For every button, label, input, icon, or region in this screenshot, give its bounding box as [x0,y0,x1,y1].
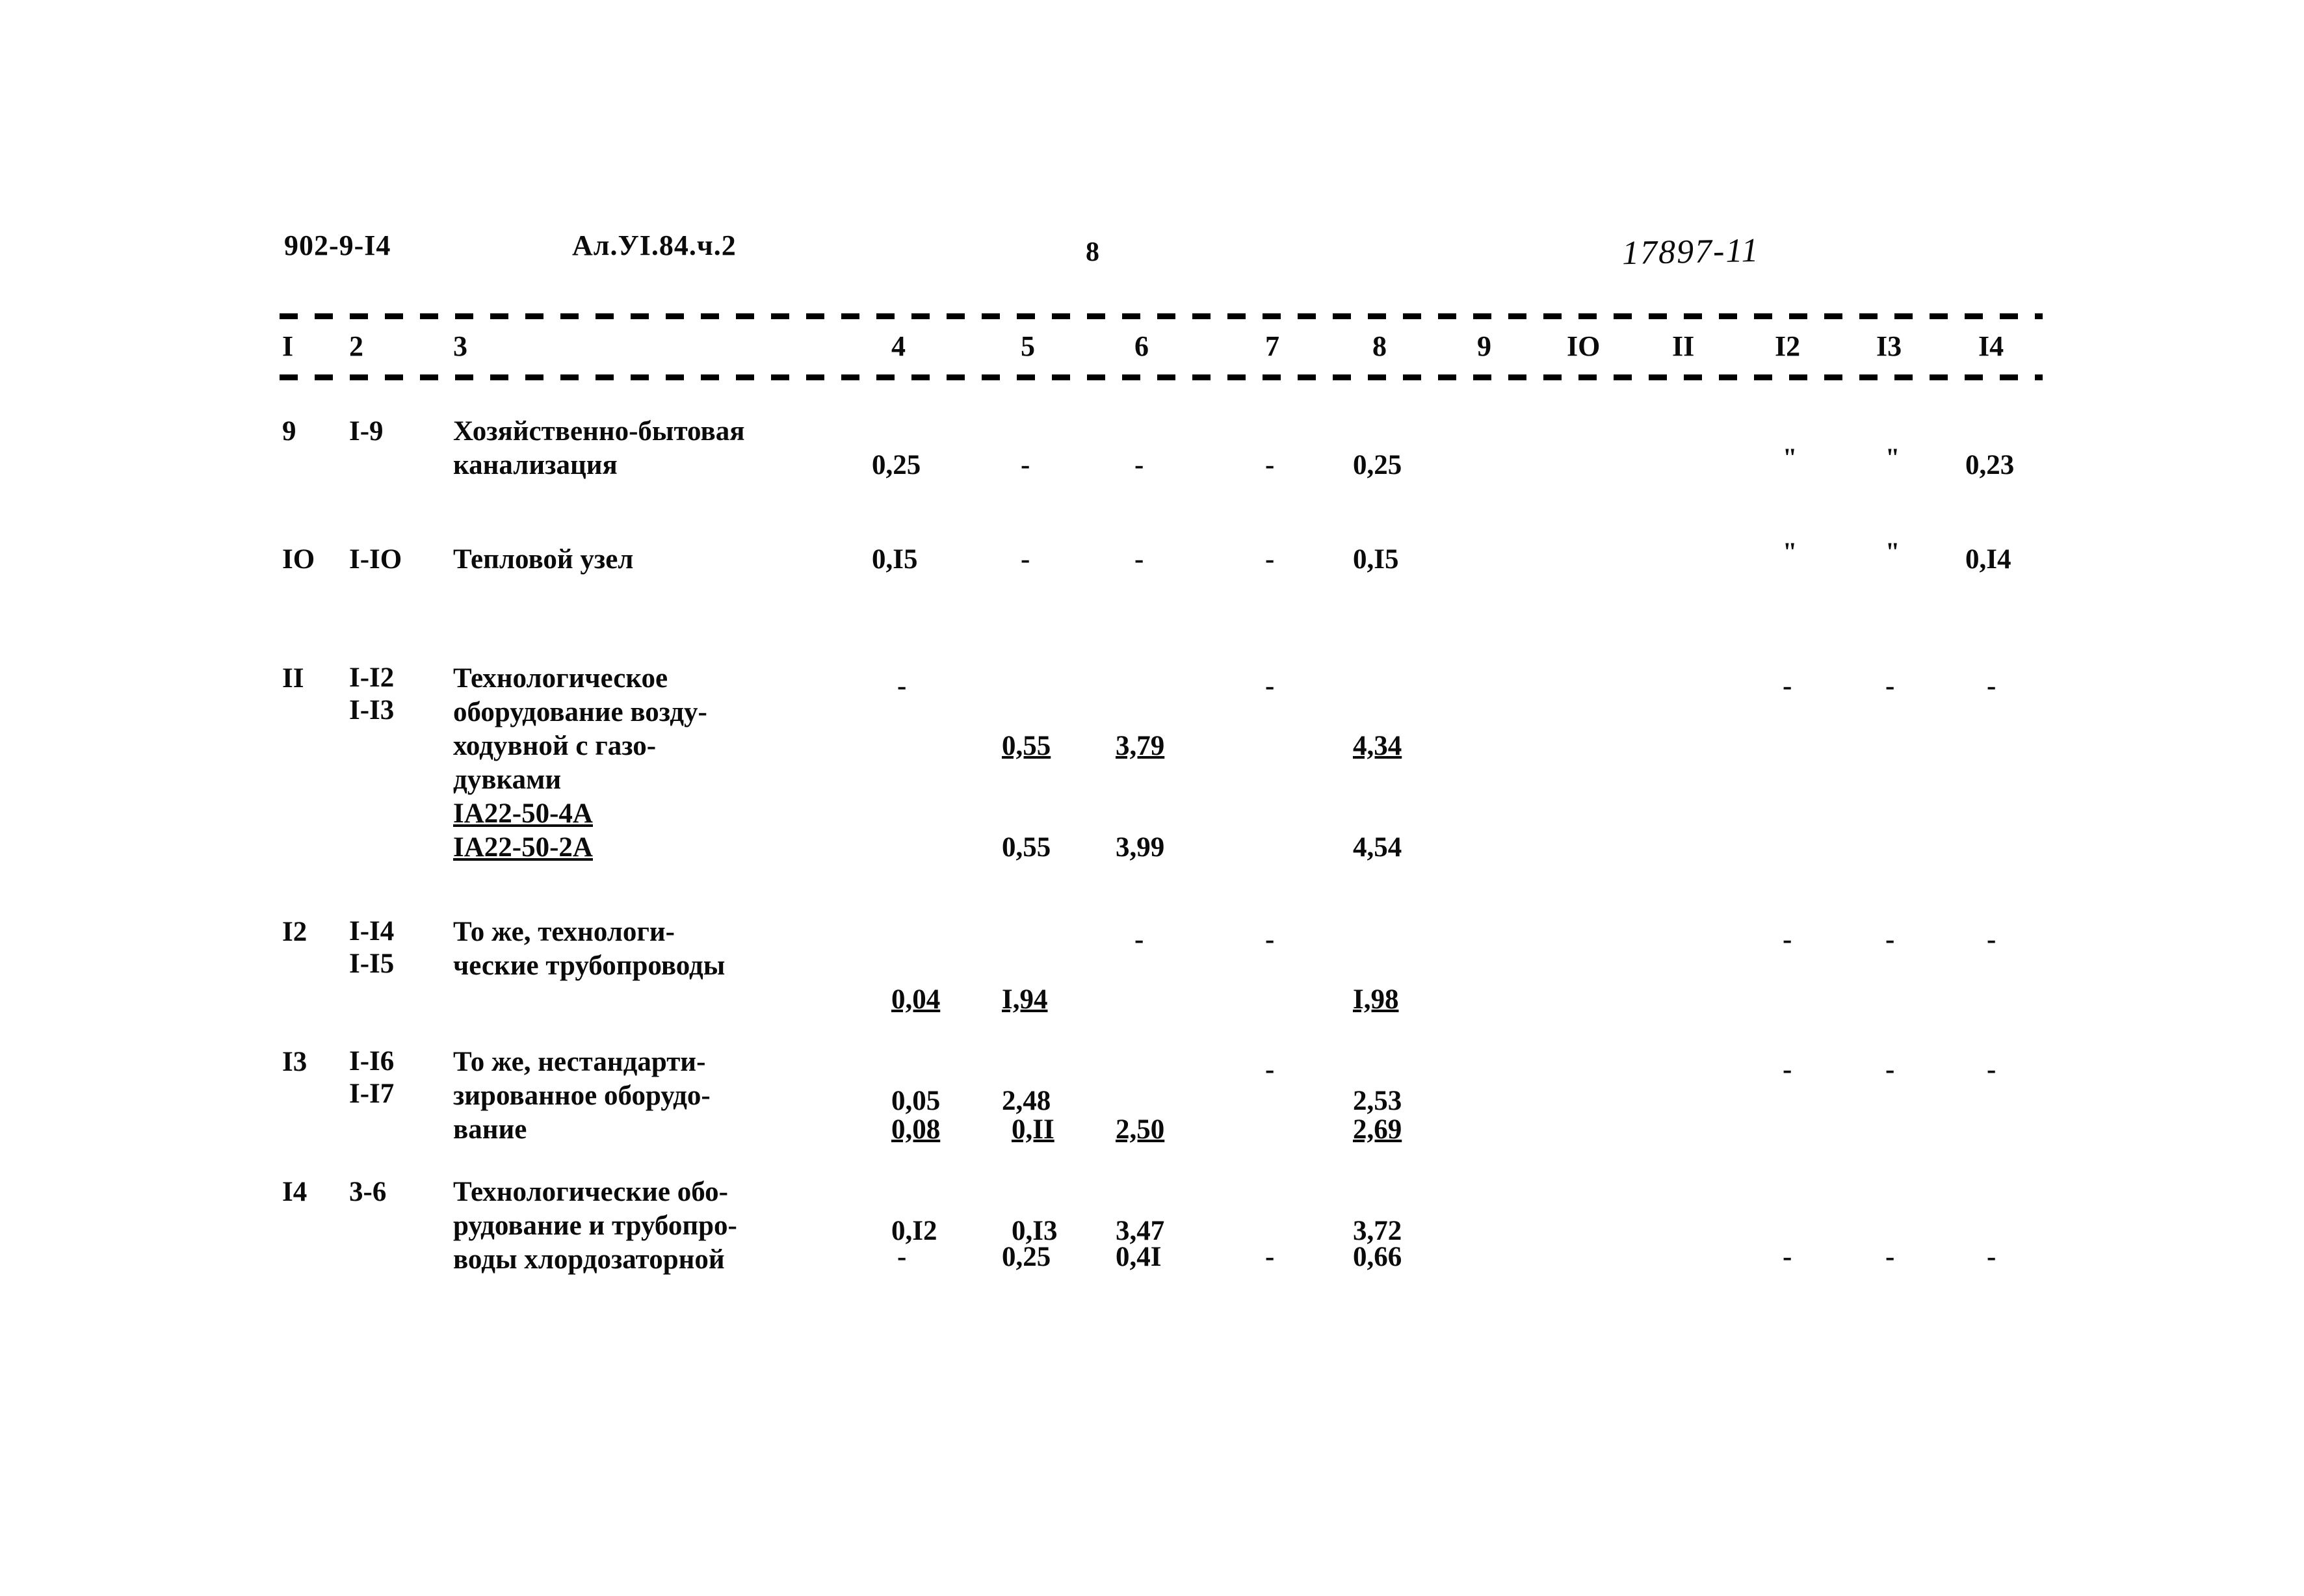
cell-col-13: - [1885,1054,1895,1085]
cell-col-12: - [1783,1054,1792,1085]
cell-col-14: - [1987,924,1996,955]
cell-col-6: 3,79 3,99 [1116,662,1172,932]
table-top-dashed-rule [280,313,2043,319]
cell-col-5: 0,25 [1002,1242,1051,1272]
cell-col-4: 0,I5 [872,544,918,575]
cell-col-7: - [1265,450,1275,480]
row-number: IO [282,544,315,575]
cell-col-8: 2,69 3,72 [1353,1045,1409,1316]
cell-col-14: 0,I4 [1965,544,2011,575]
document-code: 902-9-I4 [284,229,391,261]
column-header-5: 5 [1021,330,1035,362]
cell-col-6: 0,4I [1116,1242,1162,1272]
column-header-2: 2 [349,330,363,362]
row-description: Хозяйственно-бытовая канализация [453,416,745,480]
page-header: 902-9-I4 Ал.УI.84.ч.2 8 17897-11 [0,229,2304,274]
album-reference: Ал.УI.84.ч.2 [572,229,737,261]
cell-col-5-bottom: 0,55 [1002,832,1051,863]
column-header-14: I4 [1978,330,2004,362]
cell-col-8: 0,I5 [1353,544,1399,575]
cell-col-6: - [1134,924,1144,955]
drawing-code: 3-6 [349,1177,387,1207]
cell-col-5-top: I,94 [1002,984,1048,1015]
cell-col-4-top: 0,04 [891,984,941,1015]
cell-col-8: 4,34 4,54 [1353,662,1409,932]
cell-col-13: - [1885,671,1895,701]
cell-col-8-top: 2,69 [1353,1114,1402,1145]
cell-col-8-top: I,98 [1353,984,1399,1015]
cell-col-7: - [1265,544,1275,575]
cell-col-8: 0,66 [1353,1242,1402,1272]
cell-col-4: 0,08 0,I2 [891,1045,947,1316]
table-bottom-dashed-rule [280,374,2043,380]
column-header-13: I3 [1876,330,1902,362]
drawing-code: I-I4 I-I5 [349,916,395,979]
row-description: Тепловой узел [453,544,634,575]
cell-col-6: - [1134,544,1144,575]
cell-col-14: 0,23 [1965,450,2015,480]
row-description: Технологические обо- рудование и трубопр… [453,1177,737,1275]
cell-col-4-top: 0,08 [891,1114,941,1145]
cell-col-12: " [1783,443,1798,472]
column-header-6: 6 [1134,330,1149,362]
equipment-model-1: IА22-50-4А IА22-50-2А [453,798,593,863]
cell-col-12: " [1783,537,1798,566]
row-number: II [282,663,304,694]
page-number: 8 [1086,237,1100,267]
row-description: То же, нестандарти- зированное оборудо- … [453,1047,711,1145]
cell-col-4: 0,25 [872,450,921,480]
row-number: I2 [282,917,308,947]
stamp-number: 17897-11 [1621,231,1761,272]
column-header-3: 3 [453,330,467,362]
cell-col-5-top: 0,II [1012,1114,1054,1145]
cell-col-6-top: 3,79 [1116,731,1165,761]
cell-col-4: - [897,671,907,701]
cell-col-5-top: 0,55 [1002,731,1051,761]
cell-col-13: - [1885,924,1895,955]
column-header-9: 9 [1477,330,1491,362]
drawing-code: I-I6 I-I7 [349,1046,395,1109]
column-header-10: IO [1567,330,1601,362]
column-header-12: I2 [1775,330,1801,362]
drawing-code: I-IO [349,544,402,575]
column-header-11: II [1672,330,1695,362]
cell-col-5: 0,55 0,55 [1002,662,1058,932]
row-number: 9 [282,416,296,447]
cell-col-6: 2,50 3,47 [1116,1045,1172,1316]
cell-col-7: - [1265,924,1275,955]
column-header-8: 8 [1372,330,1387,362]
row-description: То же, технологи- ческие трубопроводы [453,917,726,981]
cell-col-12: - [1783,924,1792,955]
row-number: I3 [282,1047,308,1077]
cell-col-14: - [1987,1054,1996,1085]
cell-col-6: - [1134,450,1144,480]
cell-col-13: " [1885,537,1900,566]
cell-col-13: - [1885,1242,1895,1272]
cell-col-7: - [1265,1242,1275,1272]
cell-col-8: 0,25 [1353,450,1402,480]
column-header-7: 7 [1265,330,1279,362]
cell-col-14: - [1987,671,1996,701]
cell-col-7: - [1265,1054,1275,1085]
cell-col-13: " [1885,443,1900,472]
cell-col-5: - [1021,544,1030,575]
row-description: Технологическое оборудование возду- ходу… [453,663,707,795]
scanned-page: 902-9-I4 Ал.УI.84.ч.2 8 17897-11 I 2 3 4… [0,0,2304,1596]
cell-col-6-bottom: 3,99 [1116,832,1165,863]
cell-col-8-top: 4,34 [1353,731,1402,761]
cell-col-5: 0,II 0,I3 [1012,1045,1067,1316]
cell-col-6-top: 2,50 [1116,1114,1165,1145]
cell-col-8-bottom: 4,54 [1353,832,1402,863]
row-number: I4 [282,1177,308,1207]
cell-col-14: - [1987,1242,1996,1272]
cell-col-7: - [1265,671,1275,701]
drawing-code: I-9 [349,416,384,447]
cell-col-5: - [1021,450,1030,480]
cell-col-4: - [897,1242,907,1272]
column-header-4: 4 [891,330,906,362]
cell-col-12: - [1783,671,1792,701]
column-header-1: I [282,330,294,362]
drawing-code: I-I2 I-I3 [349,662,395,726]
cell-col-12: - [1783,1242,1792,1272]
